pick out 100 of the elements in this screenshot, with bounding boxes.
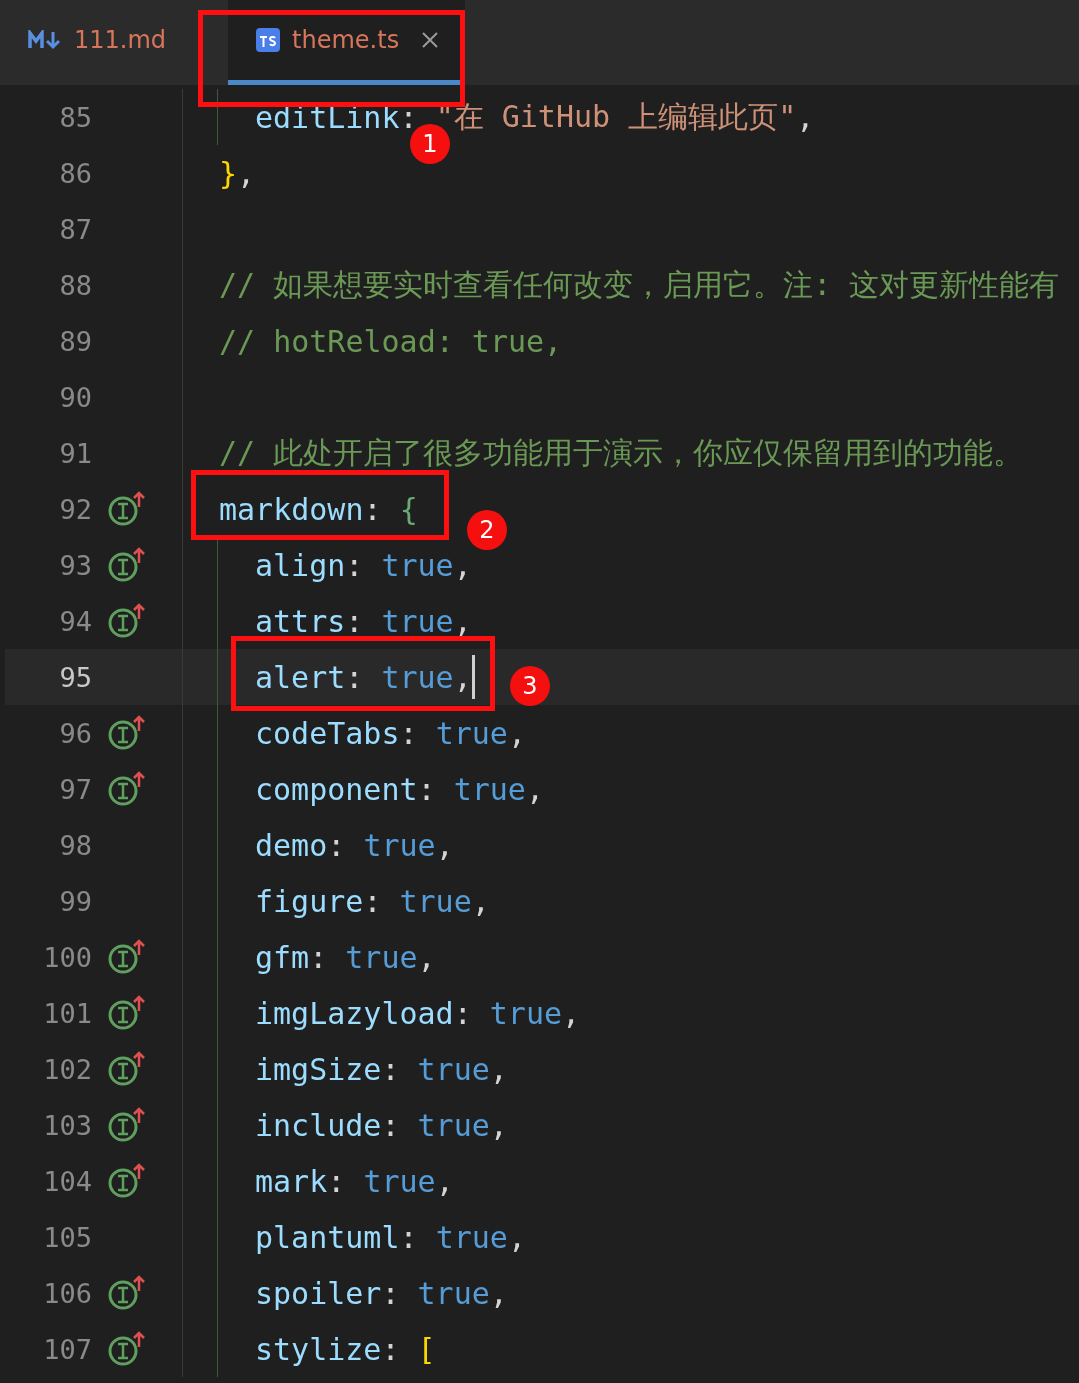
line-number: 107 — [42, 1333, 92, 1365]
code-token: true — [435, 1219, 508, 1255]
code-token: codeTabs — [255, 715, 400, 751]
code-token: } — [219, 155, 238, 191]
code-token: mark — [255, 1163, 328, 1199]
code-token: [ — [417, 1331, 436, 1367]
code-comment: // hotReload: true, — [219, 323, 563, 359]
code-token: : — [399, 1219, 419, 1255]
code-token: , — [507, 715, 526, 751]
typescript-file-icon — [256, 28, 281, 52]
line-number: 99 — [58, 885, 92, 917]
line-number: 95 — [58, 661, 92, 693]
code-token: : — [363, 883, 383, 919]
line-number: 91 — [58, 437, 92, 469]
code-token: : — [327, 827, 347, 863]
code-comment: // 此处开启了很多功能用于演示，你应仅保留用到的功能。 — [219, 433, 1024, 472]
line-number: 90 — [58, 381, 92, 413]
code-token: { — [399, 491, 418, 527]
code-token: editLink — [255, 99, 400, 135]
implementation-marker-icon[interactable] — [108, 715, 146, 751]
code-token: : — [381, 1107, 401, 1143]
code-token: : — [309, 939, 329, 975]
code-token: , — [489, 1051, 508, 1087]
code-token: gfm — [255, 939, 310, 975]
code-token: , — [489, 1107, 508, 1143]
implementation-marker-icon[interactable] — [108, 1331, 146, 1367]
code-token: , — [453, 603, 472, 639]
line-number: 89 — [58, 325, 92, 357]
code-token: true — [381, 547, 454, 583]
code-token: imgSize — [255, 1051, 382, 1087]
implementation-marker-icon[interactable] — [108, 1051, 146, 1087]
code-token: : — [363, 491, 383, 527]
code-token: plantuml — [255, 1219, 400, 1255]
line-number: 102 — [42, 1053, 92, 1085]
line-number: 92 — [58, 493, 92, 525]
line-number: 98 — [58, 829, 92, 861]
line-number: 87 — [58, 213, 92, 245]
code-token: true — [363, 1163, 436, 1199]
code-token: : — [345, 603, 365, 639]
code-token: , — [417, 939, 436, 975]
code-token: true — [363, 827, 436, 863]
code-token: alert — [255, 659, 346, 695]
editor-tab[interactable]: theme.ts — [228, 0, 466, 85]
code-token: demo — [255, 827, 328, 863]
code-token: , — [453, 659, 472, 695]
code-token: , — [471, 883, 490, 919]
code-token: , — [453, 547, 472, 583]
line-number: 93 — [58, 549, 92, 581]
code-token: attrs — [255, 603, 346, 639]
code-token: , — [562, 995, 581, 1031]
code-token: , — [525, 771, 544, 807]
implementation-marker-icon[interactable] — [108, 491, 146, 527]
line-number: 101 — [42, 997, 92, 1029]
code-token: : — [345, 547, 365, 583]
implementation-marker-icon[interactable] — [108, 603, 146, 639]
code-token: : — [453, 995, 473, 1031]
implementation-marker-icon[interactable] — [108, 1163, 146, 1199]
code-token: : — [381, 1051, 401, 1087]
code-token: imgLazyload — [255, 995, 454, 1031]
step-number: 2 — [467, 510, 507, 550]
code-token: : — [381, 1331, 401, 1367]
step-number: 1 — [410, 124, 450, 164]
code-token: stylize — [255, 1331, 382, 1367]
line-number: 106 — [42, 1277, 92, 1309]
code-token: , — [507, 1219, 526, 1255]
code-token: figure — [255, 883, 364, 919]
implementation-marker-icon[interactable] — [108, 1275, 146, 1311]
code-token: align — [255, 547, 346, 583]
implementation-marker-icon[interactable] — [108, 1107, 146, 1143]
code-comment: // 如果想要实时查看任何改变，启用它。注: 这对更新性能有 — [219, 265, 1060, 304]
code-token: include — [255, 1107, 382, 1143]
implementation-marker-icon[interactable] — [108, 939, 146, 975]
line-number: 85 — [58, 101, 92, 133]
code-token: true — [381, 603, 454, 639]
line-number: 86 — [58, 157, 92, 189]
code-token: markdown — [219, 491, 364, 527]
code-token: true — [417, 1107, 490, 1143]
code-token: true — [381, 659, 454, 695]
implementation-marker-icon[interactable] — [108, 547, 146, 583]
line-number: 100 — [42, 941, 92, 973]
code-token: true — [435, 715, 508, 751]
editor-tab[interactable]: 111.md — [12, 0, 193, 85]
close-icon[interactable] — [421, 31, 440, 49]
line-number: 88 — [58, 269, 92, 301]
code-token: true — [453, 771, 526, 807]
code-token: true — [489, 995, 563, 1031]
implementation-marker-icon[interactable] — [108, 771, 146, 807]
code-token: spoiler — [255, 1275, 382, 1311]
code-token: : — [381, 1275, 401, 1311]
code-token: true — [417, 1051, 490, 1087]
code-token: true — [417, 1275, 490, 1311]
code-token: : — [417, 771, 437, 807]
line-number: 104 — [42, 1165, 92, 1197]
line-number: 96 — [58, 717, 92, 749]
markdown-file-icon — [28, 30, 62, 50]
line-number: 97 — [58, 773, 92, 805]
text-cursor — [471, 655, 475, 699]
code-token: , — [237, 155, 256, 191]
implementation-marker-icon[interactable] — [108, 995, 146, 1031]
code-token: , — [435, 1163, 454, 1199]
